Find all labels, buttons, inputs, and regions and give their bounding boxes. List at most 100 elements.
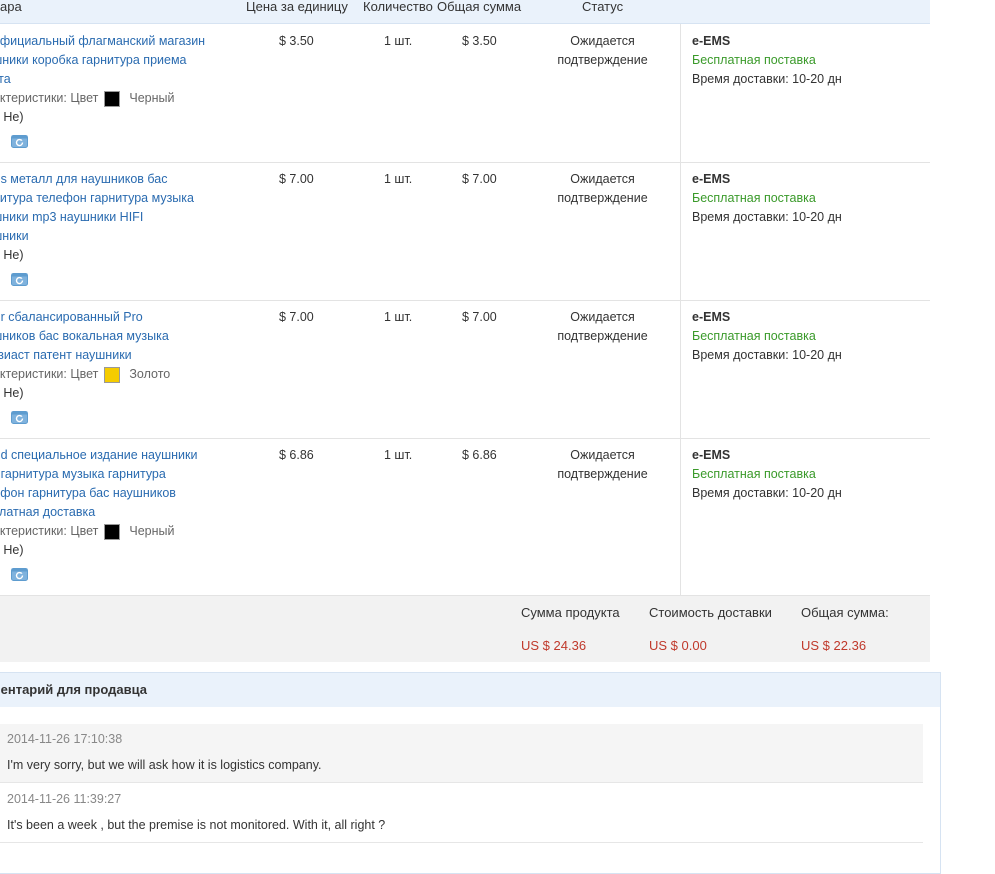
quantity: 1 шт. (384, 172, 413, 186)
status-line: подтверждение (557, 53, 648, 67)
refresh-calendar-icon[interactable] (11, 409, 28, 424)
product-info: : официальный флагманский магазин ушники … (0, 32, 230, 154)
shipping-info: e-EMS Бесплатная поставка Время доставки… (692, 32, 842, 89)
order-status: Ожидается подтверждение (540, 32, 665, 70)
status-line: подтверждение (557, 329, 648, 343)
product-link[interactable]: тузиаст патент наушники (0, 348, 132, 362)
refresh-calendar-icon[interactable] (11, 566, 28, 581)
attribute-label: рактеристики: Цвет (0, 367, 99, 381)
shipping-info: e-EMS Бесплатная поставка Время доставки… (692, 308, 842, 365)
line-total: $ 3.50 (462, 34, 497, 48)
header-status: Статус (582, 0, 624, 14)
unit-price: $ 7.00 (279, 310, 314, 324)
quantity: 1 шт. (384, 448, 413, 462)
status-line: Ожидается (570, 172, 635, 186)
status-line: Ожидается (570, 448, 635, 462)
comment-item: 2014-11-26 11:39:27 It's been a week , b… (0, 784, 923, 843)
product-flag: ue Не) (0, 386, 24, 400)
order-row: t-gr сбалансированный Pro ушников бас вок… (0, 300, 930, 439)
order-total-value: US $ 22.36 (801, 638, 867, 653)
order-total-label: Общая сумма: (801, 605, 889, 620)
product-flag: ue Не) (0, 248, 24, 262)
unit-price: $ 7.00 (279, 172, 314, 186)
attribute-label: рактеристики: Цвет (0, 524, 99, 538)
line-total: $ 7.00 (462, 172, 497, 186)
column-divider (680, 24, 681, 162)
product-attribute: рактеристики: Цвет Черный (0, 522, 230, 541)
carrier-name: e-EMS (692, 172, 731, 186)
comment-timestamp: 2014-11-26 17:10:38 (7, 732, 123, 746)
column-divider (680, 438, 681, 595)
line-total: $ 7.00 (462, 310, 497, 324)
status-line: Ожидается (570, 34, 635, 48)
product-attribute: рактеристики: Цвет Золото (0, 365, 230, 384)
comment-text: I'm very sorry, but we will ask how it i… (7, 758, 322, 772)
order-summary: Сумма продукта Стоимость доставки Общая … (0, 595, 930, 662)
product-info: t-es металл для наушников бас рнитура тел… (0, 170, 230, 292)
color-swatch (104, 90, 121, 107)
unit-price: $ 6.86 (279, 448, 314, 462)
color-swatch (104, 366, 121, 383)
product-link[interactable]: рнитура телефон гарнитура музыка (0, 191, 194, 205)
free-shipping: Бесплатная поставка (692, 191, 816, 205)
order-row: : официальный флагманский магазин ушники … (0, 24, 930, 163)
order-status: Ожидается подтверждение (540, 308, 665, 346)
unit-price: $ 3.50 (279, 34, 314, 48)
delivery-time: Время доставки: 10-20 дн (692, 72, 842, 86)
refresh-calendar-icon[interactable] (11, 133, 28, 148)
product-link[interactable]: ушники коробка гарнитура приема (0, 53, 187, 67)
comments-title: ментарий для продавца (0, 673, 940, 707)
carrier-name: e-EMS (692, 34, 731, 48)
header-unit-price: Цена за единицу (246, 0, 348, 14)
quantity: 1 шт. (384, 34, 413, 48)
attribute-value: Черный (129, 524, 175, 538)
product-link[interactable]: ушники mp3 наушники HIFI (0, 210, 143, 224)
product-flag: ue Не) (0, 110, 24, 124)
product-link[interactable]: лефон гарнитура бас наушников (0, 486, 176, 500)
order-status: Ожидается подтверждение (540, 170, 665, 208)
product-link[interactable]: FI гарнитура музыка гарнитура (0, 467, 166, 481)
product-sum-value: US $ 24.36 (521, 638, 587, 653)
line-total: $ 6.86 (462, 448, 497, 462)
free-shipping: Бесплатная поставка (692, 467, 816, 481)
comment-item: 2014-11-26 17:10:38 I'm very sorry, but … (0, 724, 923, 783)
carrier-name: e-EMS (692, 448, 731, 462)
product-link[interactable]: t-gr сбалансированный Pro (0, 310, 143, 324)
product-link[interactable]: ушники (0, 229, 29, 243)
color-swatch (104, 523, 121, 540)
header-quantity: Количество (363, 0, 433, 14)
delivery-time: Время доставки: 10-20 дн (692, 348, 842, 362)
column-divider (680, 162, 681, 300)
status-line: подтверждение (557, 191, 648, 205)
free-shipping: Бесплатная поставка (692, 329, 816, 343)
column-divider (680, 300, 681, 438)
header-total: Общая сумма (437, 0, 522, 14)
product-link[interactable]: кета (0, 72, 11, 86)
comment-timestamp: 2014-11-26 11:39:27 (7, 792, 122, 806)
product-info: t-gr сбалансированный Pro ушников бас вок… (0, 308, 230, 430)
attribute-value: Черный (129, 91, 175, 105)
product-link[interactable]: сплатная доставка (0, 505, 95, 519)
refresh-calendar-icon[interactable] (11, 271, 28, 286)
quantity: 1 шт. (384, 310, 413, 324)
seller-comments: ментарий для продавца 2014-11-26 17:10:3… (0, 672, 941, 874)
attribute-label: рактеристики: Цвет (0, 91, 99, 105)
comment-text: It's been a week , but the premise is no… (7, 818, 386, 832)
delivery-time: Время доставки: 10-20 дн (692, 210, 842, 224)
shipping-info: e-EMS Бесплатная поставка Время доставки… (692, 446, 842, 503)
product-link[interactable]: ушников бас вокальная музыка (0, 329, 169, 343)
attribute-value: Золото (129, 367, 171, 381)
status-line: подтверждение (557, 467, 648, 481)
status-line: Ожидается (570, 310, 635, 324)
product-attribute: рактеристики: Цвет Черный (0, 89, 230, 108)
header-product: ара (0, 0, 22, 14)
product-link[interactable]: : официальный флагманский магазин (0, 34, 205, 48)
product-link[interactable]: t-ed специальное издание наушники (0, 448, 198, 462)
carrier-name: e-EMS (692, 310, 731, 324)
product-link[interactable]: t-es металл для наушников бас (0, 172, 168, 186)
order-row: t-ed специальное издание наушники FI гарн… (0, 438, 930, 596)
order-row: t-es металл для наушников бас рнитура тел… (0, 162, 930, 301)
product-sum-label: Сумма продукта (521, 605, 620, 620)
shipping-cost-label: Стоимость доставки (649, 605, 772, 620)
product-flag: ue Не) (0, 543, 24, 557)
